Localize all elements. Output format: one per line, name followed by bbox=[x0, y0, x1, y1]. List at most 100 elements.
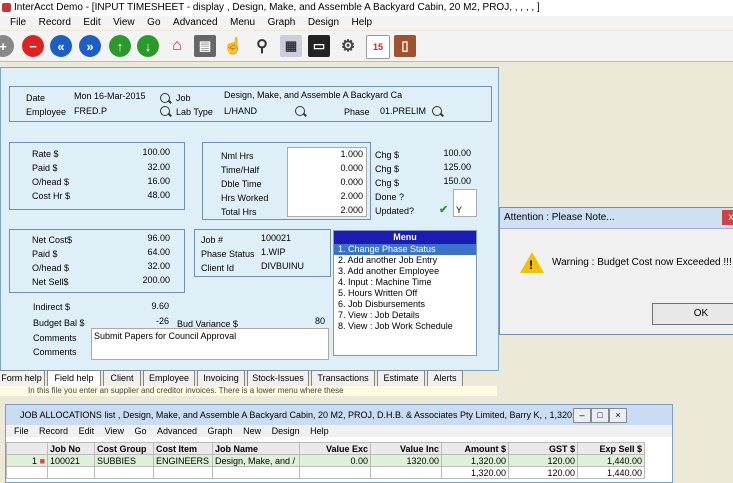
cell-job-name[interactable]: Design, Make, and / bbox=[212, 454, 300, 467]
employee-value[interactable]: FRED.P bbox=[74, 106, 107, 116]
menu-file[interactable]: File bbox=[10, 17, 26, 28]
chg3-value[interactable]: 150.00 bbox=[421, 176, 471, 186]
menu-item-machine-time[interactable]: 4. Input : Machine Time bbox=[334, 277, 476, 288]
menu-menu[interactable]: Menu bbox=[230, 17, 255, 28]
tab-field-help[interactable]: Field help bbox=[47, 370, 101, 387]
menu-design[interactable]: Design bbox=[308, 17, 339, 28]
cell-value-exc[interactable]: 0.00 bbox=[299, 454, 371, 467]
nml-hrs-value[interactable]: 1.000 bbox=[313, 149, 363, 159]
date-lookup-icon[interactable] bbox=[160, 93, 170, 103]
cell-exp-sell[interactable]: 1,440.00 bbox=[577, 454, 645, 467]
menu-edit[interactable]: Edit bbox=[83, 17, 100, 28]
col-job-name[interactable]: Job Name bbox=[212, 442, 300, 455]
menu-record[interactable]: Record bbox=[39, 17, 71, 28]
jw-menu-design[interactable]: Design bbox=[272, 426, 300, 436]
ohead-value[interactable]: 16.00 bbox=[120, 176, 170, 186]
menu-help[interactable]: Help bbox=[352, 17, 373, 28]
jw-menu-new[interactable]: New bbox=[243, 426, 261, 436]
menu-view[interactable]: View bbox=[113, 17, 135, 28]
close-button[interactable]: × bbox=[609, 408, 627, 423]
cell-job-no[interactable]: 100021 bbox=[47, 454, 95, 467]
tab-transactions[interactable]: Transactions bbox=[311, 370, 375, 387]
dble-time-value[interactable]: 0.000 bbox=[313, 177, 363, 187]
tab-alerts[interactable]: Alerts bbox=[427, 370, 463, 387]
jw-menu-view[interactable]: View bbox=[105, 426, 124, 436]
menu-graph[interactable]: Graph bbox=[268, 17, 296, 28]
ok-button[interactable]: OK bbox=[652, 303, 733, 325]
phase-lookup-icon[interactable] bbox=[432, 106, 442, 116]
menu-item-job-disbursements[interactable]: 6. Job Disbursements bbox=[334, 299, 476, 310]
record-icon[interactable]: ■ bbox=[40, 456, 45, 466]
menu-item-add-job-entry[interactable]: 2. Add another Job Entry bbox=[334, 255, 476, 266]
updated-value[interactable]: Y bbox=[456, 205, 462, 215]
search-icon[interactable]: ⚲ bbox=[251, 35, 273, 57]
menu-advanced[interactable]: Advanced bbox=[173, 17, 217, 28]
home-icon[interactable]: ⌂ bbox=[166, 35, 188, 57]
cell-cost-item[interactable]: ENGINEERS bbox=[153, 454, 213, 467]
jw-menu-record[interactable]: Record bbox=[39, 426, 68, 436]
chg2-value[interactable]: 125.00 bbox=[421, 162, 471, 172]
jw-menu-graph[interactable]: Graph bbox=[208, 426, 233, 436]
col-value-inc[interactable]: Value Inc bbox=[370, 442, 442, 455]
jw-menu-file[interactable]: File bbox=[14, 426, 29, 436]
time-half-value[interactable]: 0.000 bbox=[313, 163, 363, 173]
hrs-worked-value[interactable]: 2.000 bbox=[313, 191, 363, 201]
phase-value[interactable]: 01.PRELIM bbox=[380, 106, 426, 116]
menu-item-view-job-details[interactable]: 7. View : Job Details bbox=[334, 310, 476, 321]
costhr-value[interactable]: 48.00 bbox=[120, 190, 170, 200]
labtype-value[interactable]: L/HAND bbox=[224, 106, 257, 116]
tab-invoicing[interactable]: Invoicing bbox=[197, 370, 245, 387]
jw-menu-go[interactable]: Go bbox=[134, 426, 146, 436]
cell-value-inc[interactable]: 1320.00 bbox=[370, 454, 442, 467]
col-value-exc[interactable]: Value Exc bbox=[299, 442, 371, 455]
col-gst[interactable]: GST $ bbox=[508, 442, 578, 455]
col-job-no[interactable]: Job No bbox=[47, 442, 95, 455]
first-record-icon[interactable]: « bbox=[50, 35, 72, 57]
delete-record-icon[interactable]: − bbox=[22, 35, 44, 57]
tab-estimate[interactable]: Estimate bbox=[377, 370, 425, 387]
form-icon[interactable]: ▦ bbox=[280, 35, 302, 57]
menu-item-add-employee[interactable]: 3. Add another Employee bbox=[334, 266, 476, 277]
rate-value[interactable]: 100.00 bbox=[120, 147, 170, 157]
up-arrow-icon[interactable]: ↑ bbox=[109, 35, 131, 57]
jw-menu-help[interactable]: Help bbox=[310, 426, 329, 436]
tab-client[interactable]: Client bbox=[103, 370, 141, 387]
pointer-icon[interactable]: ☝ bbox=[222, 35, 244, 57]
menu-item-change-phase-status[interactable]: 1. Change Phase Status bbox=[334, 244, 476, 255]
printer-icon[interactable]: ▤ bbox=[194, 35, 216, 57]
job-value[interactable]: Design, Make, and Assemble A Backyard Ca bbox=[224, 90, 402, 100]
employee-lookup-icon[interactable] bbox=[160, 106, 170, 116]
tab-stock-issues[interactable]: Stock-Issues bbox=[247, 370, 309, 387]
table-row[interactable]: 1 ■ 100021 SUBBIES ENGINEERS Design, Mak… bbox=[6, 454, 645, 467]
jobno-value[interactable]: 100021 bbox=[261, 233, 291, 243]
menu-go[interactable]: Go bbox=[147, 17, 160, 28]
down-arrow-icon[interactable]: ↓ bbox=[137, 35, 159, 57]
last-record-icon[interactable]: » bbox=[79, 35, 101, 57]
jw-menu-edit[interactable]: Edit bbox=[79, 426, 95, 436]
jw-menu-advanced[interactable]: Advanced bbox=[157, 426, 197, 436]
add-record-icon[interactable]: + bbox=[0, 35, 14, 57]
col-exp-sell[interactable]: Exp Sell $ bbox=[577, 442, 645, 455]
cell-amount[interactable]: 1,320.00 bbox=[441, 454, 509, 467]
labtype-lookup-icon[interactable] bbox=[295, 106, 305, 116]
maximize-button[interactable]: □ bbox=[591, 408, 609, 423]
cell-gst[interactable]: 120.00 bbox=[508, 454, 578, 467]
gear-icon[interactable]: ⚙ bbox=[337, 35, 359, 57]
chg1-value[interactable]: 100.00 bbox=[421, 148, 471, 158]
tab-form-help[interactable]: Form help bbox=[0, 370, 45, 387]
col-amount[interactable]: Amount $ bbox=[441, 442, 509, 455]
calendar-icon[interactable]: 15 bbox=[366, 35, 390, 59]
col-cost-group[interactable]: Cost Group bbox=[94, 442, 154, 455]
monitor-icon[interactable]: ▭ bbox=[308, 35, 330, 57]
minimize-button[interactable]: – bbox=[573, 408, 591, 423]
menu-item-view-job-schedule[interactable]: 8. View : Job Work Schedule bbox=[334, 321, 476, 332]
col-cost-item[interactable]: Cost Item bbox=[153, 442, 213, 455]
exit-door-icon[interactable]: ▯ bbox=[394, 35, 416, 57]
menu-item-hours-written-off[interactable]: 5. Hours Written Off bbox=[334, 288, 476, 299]
date-value[interactable]: Mon 16-Mar-2015 bbox=[74, 91, 146, 101]
client-id-value[interactable]: DIVBUINU bbox=[261, 261, 304, 271]
cell-cost-group[interactable]: SUBBIES bbox=[94, 454, 154, 467]
dialog-close-button[interactable]: x bbox=[722, 210, 733, 225]
phase-status-value[interactable]: 1.WIP bbox=[261, 247, 286, 257]
paid-value[interactable]: 32.00 bbox=[120, 162, 170, 172]
